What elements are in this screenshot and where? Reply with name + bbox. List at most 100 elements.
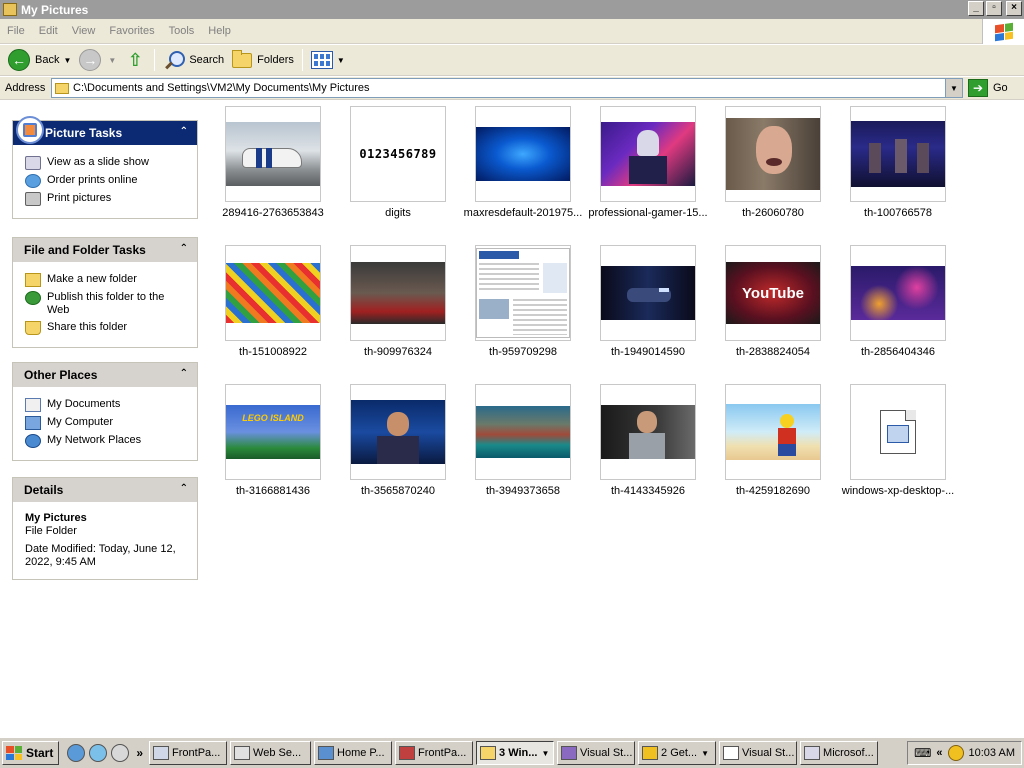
file-item[interactable]: th-3565870240 bbox=[337, 379, 467, 499]
file-name[interactable]: th-26060780 bbox=[712, 207, 834, 219]
picture-tasks-header[interactable]: Picture Tasks ⌃ bbox=[13, 116, 197, 145]
dropdown-arrow-icon[interactable]: ▼ bbox=[108, 56, 116, 65]
maximize-button[interactable]: ▫ bbox=[986, 1, 1002, 16]
task-label[interactable]: View as a slide show bbox=[47, 156, 149, 169]
collapse-chevron-icon[interactable]: ⌃ bbox=[180, 243, 188, 254]
keyboard-icon[interactable]: ⌨ bbox=[914, 746, 931, 760]
place-label[interactable]: My Documents bbox=[47, 398, 120, 411]
thumbnail[interactable] bbox=[350, 384, 446, 480]
file-item[interactable]: th-4259182690 bbox=[712, 379, 842, 499]
taskbar-button[interactable]: FrontPa... bbox=[149, 741, 228, 765]
task-new-folder[interactable]: Make a new folder bbox=[25, 273, 197, 287]
search-button[interactable]: Search bbox=[159, 47, 228, 73]
minimize-button[interactable]: _ bbox=[968, 1, 984, 16]
task-publish-web[interactable]: Publish this folder to the Web bbox=[25, 291, 197, 317]
thumbnail[interactable] bbox=[850, 106, 946, 202]
file-name[interactable]: windows-xp-desktop-... bbox=[837, 485, 959, 497]
task-label[interactable]: Order prints online bbox=[47, 174, 138, 187]
back-button[interactable]: ← Back ▼ bbox=[4, 47, 75, 73]
thumbnail[interactable] bbox=[600, 106, 696, 202]
thumbnail[interactable] bbox=[850, 384, 946, 480]
place-my-computer[interactable]: My Computer bbox=[25, 416, 197, 430]
file-name[interactable]: th-3166881436 bbox=[212, 485, 334, 497]
file-name[interactable]: th-3565870240 bbox=[337, 485, 459, 497]
title-bar[interactable]: My Pictures _ ▫ × bbox=[0, 0, 1024, 19]
details-header[interactable]: Details ⌃ bbox=[13, 478, 197, 502]
file-name[interactable]: th-3949373658 bbox=[462, 485, 584, 497]
taskbar-button[interactable]: 2 Get... ▼ bbox=[638, 741, 717, 765]
task-label[interactable]: Print pictures bbox=[47, 192, 111, 205]
file-item[interactable]: 289416-2763653843 bbox=[212, 101, 342, 221]
thumbnail[interactable]: LEGO ISLAND bbox=[225, 384, 321, 480]
close-button[interactable]: × bbox=[1006, 1, 1022, 16]
file-item[interactable]: th-100766578 bbox=[837, 101, 967, 221]
thumbnail[interactable] bbox=[225, 245, 321, 341]
file-name[interactable]: th-4143345926 bbox=[587, 485, 709, 497]
menu-tools[interactable]: Tools bbox=[162, 25, 202, 37]
file-view[interactable]: 289416-2763653843 0123456789 digits maxr… bbox=[212, 101, 1024, 737]
thumbnail[interactable] bbox=[725, 106, 821, 202]
thumbnail[interactable] bbox=[475, 245, 571, 341]
thumbnail[interactable] bbox=[225, 106, 321, 202]
up-folder-button[interactable]: ⇧ bbox=[120, 47, 150, 73]
taskbar-button[interactable]: Visual St... bbox=[719, 741, 798, 765]
address-path[interactable]: C:\Documents and Settings\VM2\My Documen… bbox=[73, 82, 370, 94]
place-my-network-places[interactable]: My Network Places bbox=[25, 434, 197, 448]
clock[interactable]: 10:03 AM bbox=[969, 747, 1015, 759]
file-item[interactable]: th-4143345926 bbox=[587, 379, 717, 499]
go-button[interactable]: ➔ Go bbox=[968, 79, 1008, 97]
task-print-pictures[interactable]: Print pictures bbox=[25, 192, 197, 206]
file-item[interactable]: th-2856404346 bbox=[837, 240, 967, 360]
chevron-right-icon[interactable]: » bbox=[136, 746, 143, 760]
file-name[interactable]: th-909976324 bbox=[337, 346, 459, 358]
file-name[interactable]: maxresdefault-201975... bbox=[462, 207, 584, 219]
task-label[interactable]: Publish this folder to the Web bbox=[47, 291, 167, 317]
file-name[interactable]: th-2856404346 bbox=[837, 346, 959, 358]
file-item[interactable]: th-1949014590 bbox=[587, 240, 717, 360]
thumbnail[interactable] bbox=[475, 106, 571, 202]
file-name[interactable]: professional-gamer-15... bbox=[587, 207, 709, 219]
thumbnail[interactable] bbox=[350, 245, 446, 341]
show-desktop-icon[interactable] bbox=[89, 744, 108, 762]
taskbar-button[interactable]: FrontPa... bbox=[395, 741, 474, 765]
menu-view[interactable]: View bbox=[65, 25, 103, 37]
menu-help[interactable]: Help bbox=[201, 25, 238, 37]
file-item[interactable]: th-959709298 bbox=[462, 240, 592, 360]
thumbnail[interactable]: 0123456789 bbox=[350, 106, 446, 202]
other-places-header[interactable]: Other Places ⌃ bbox=[13, 363, 197, 387]
file-item[interactable]: LEGO ISLAND th-3166881436 bbox=[212, 379, 342, 499]
taskbar-button[interactable]: Web Se... bbox=[230, 741, 312, 765]
task-label[interactable]: Share this folder bbox=[47, 321, 127, 334]
file-item[interactable]: maxresdefault-201975... bbox=[462, 101, 592, 221]
tray-expand-chevron-icon[interactable]: « bbox=[936, 747, 942, 759]
thumbnail[interactable]: YouTube bbox=[725, 245, 821, 341]
thumbnail[interactable] bbox=[475, 384, 571, 480]
task-slide-show[interactable]: View as a slide show bbox=[25, 156, 197, 170]
taskbar-button[interactable]: 3 Win... ▼ bbox=[476, 741, 555, 765]
file-item[interactable]: th-26060780 bbox=[712, 101, 842, 221]
address-input[interactable]: C:\Documents and Settings\VM2\My Documen… bbox=[51, 78, 963, 98]
file-item[interactable]: 0123456789 digits bbox=[337, 101, 467, 221]
file-name[interactable]: th-2838824054 bbox=[712, 346, 834, 358]
file-item[interactable]: th-151008922 bbox=[212, 240, 342, 360]
collapse-chevron-icon[interactable]: ⌃ bbox=[180, 483, 188, 494]
taskbar-button[interactable]: Visual St... bbox=[557, 741, 636, 765]
start-button[interactable]: Start bbox=[2, 741, 60, 765]
menu-favorites[interactable]: Favorites bbox=[102, 25, 161, 37]
file-name[interactable]: th-151008922 bbox=[212, 346, 334, 358]
thumbnail[interactable] bbox=[725, 384, 821, 480]
file-folder-tasks-header[interactable]: File and Folder Tasks ⌃ bbox=[13, 238, 197, 262]
file-name[interactable]: 289416-2763653843 bbox=[212, 207, 334, 219]
file-name[interactable]: th-1949014590 bbox=[587, 346, 709, 358]
place-label[interactable]: My Network Places bbox=[47, 434, 141, 447]
thumbnail[interactable] bbox=[600, 384, 696, 480]
internet-explorer-icon[interactable] bbox=[67, 744, 86, 762]
file-item[interactable]: th-909976324 bbox=[337, 240, 467, 360]
views-button[interactable]: ▼ bbox=[307, 47, 349, 73]
taskbar-button[interactable]: Home P... bbox=[314, 741, 393, 765]
file-item[interactable]: YouTube th-2838824054 bbox=[712, 240, 842, 360]
menu-file[interactable]: File bbox=[0, 25, 32, 37]
collapse-chevron-icon[interactable]: ⌃ bbox=[180, 368, 188, 379]
file-item[interactable]: professional-gamer-15... bbox=[587, 101, 717, 221]
file-item[interactable]: windows-xp-desktop-... bbox=[837, 379, 967, 499]
